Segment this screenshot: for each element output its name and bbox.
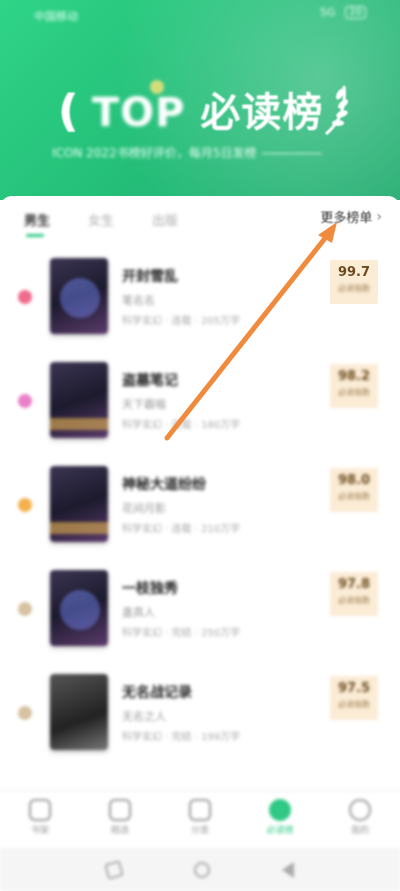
book-meta: 科学玄幻 · 完结 · 250万字 [122, 628, 241, 639]
network-label: 5G [319, 6, 336, 19]
score-value: 98.0 [337, 473, 371, 488]
score-badge: 97.8 必读指数 [330, 572, 378, 616]
book-meta: 科学玄幻 · 连载 · 180万字 [122, 420, 241, 431]
score-label: 必读指数 [338, 388, 370, 397]
rank-badge-icon [18, 602, 32, 616]
category-tabs: 男生 女生 出版 [24, 210, 178, 237]
more-rankings-label: 更多榜单 [320, 211, 373, 226]
score-value: 99.7 [337, 265, 371, 280]
system-nav-bar [0, 848, 400, 891]
rank-badge-icon [18, 706, 32, 720]
bottom-nav: 书架 精选 分类 必读榜 我的 [0, 790, 400, 849]
list-item[interactable]: 盗墓笔记 天下霸唱 科学玄幻 · 连载 · 180万字 98.2 必读指数 [0, 362, 400, 452]
tab-publish[interactable]: 出版 [152, 210, 178, 229]
category-icon [189, 799, 211, 821]
header-banner: 中国移动 5G 20 ❪ TOP 必读榜 ICON 2022书榜好评价，每月5日发… [0, 0, 400, 200]
nav-label: 分类 [190, 826, 209, 836]
subtitle-text: ICON 2022书榜好评价，每月5日发榜 [52, 146, 257, 160]
laurel-icon [325, 85, 348, 136]
tab-male[interactable]: 男生 [24, 210, 50, 237]
profile-icon [349, 799, 371, 821]
carrier-label: 中国移动 [34, 10, 78, 23]
chevron-right-icon: › [376, 208, 382, 225]
battery-indicator: 20 [345, 6, 366, 19]
bookshelf-icon [29, 799, 51, 821]
book-cover[interactable] [50, 674, 108, 750]
book-meta: 科学玄幻 · 完结 · 199万字 [122, 732, 241, 743]
book-title: 一枝独秀 [122, 581, 178, 597]
book-title: 神秘大道纷纷 [122, 477, 206, 493]
rank-badge-icon [18, 394, 32, 408]
book-cover[interactable] [50, 466, 108, 542]
score-label: 必读指数 [338, 596, 370, 605]
book-title: 盗墓笔记 [122, 373, 178, 389]
title-bracket-icon: ❪ [50, 86, 88, 137]
ranking-icon [269, 799, 291, 821]
score-value: 97.5 [337, 681, 371, 696]
tab-female[interactable]: 女生 [88, 210, 114, 229]
score-value: 98.2 [337, 369, 371, 384]
nav-label: 我的 [350, 826, 369, 836]
back-icon[interactable] [282, 861, 294, 878]
nav-label: 必读榜 [266, 826, 294, 836]
list-item[interactable]: 无名战记录 无名之人 科学玄幻 · 完结 · 199万字 97.5 必读指数 [0, 674, 400, 764]
book-cover[interactable] [50, 258, 108, 334]
ranking-panel: 男生 女生 出版 更多榜单 › 开封雪乱 笔名名 科学玄幻 · 连载 · 205… [0, 196, 400, 836]
nav-label: 书架 [30, 826, 49, 836]
list-item[interactable]: 神秘大道纷纷 花间月影 科学玄幻 · 连载 · 210万字 98.0 必读指数 [0, 466, 400, 556]
score-badge: 98.2 必读指数 [330, 364, 378, 408]
book-cover[interactable] [50, 362, 108, 438]
book-cover[interactable] [50, 570, 108, 646]
nav-ranking[interactable]: 必读榜 [240, 791, 320, 849]
score-badge: 99.7 必读指数 [330, 260, 378, 304]
more-rankings-link[interactable]: 更多榜单 › [320, 207, 382, 227]
score-label: 必读指数 [338, 492, 370, 501]
score-label: 必读指数 [338, 284, 370, 293]
ranking-title: ❪ TOP 必读榜 [50, 80, 323, 138]
subtitle-line [262, 153, 323, 154]
score-label: 必读指数 [338, 700, 370, 709]
book-author: 无名之人 [122, 710, 166, 723]
book-title: 无名战记录 [122, 685, 192, 701]
book-author: 笔名名 [122, 294, 155, 307]
book-author: 花间月影 [122, 502, 166, 515]
score-value: 97.8 [337, 577, 371, 592]
home-icon[interactable] [194, 861, 210, 878]
rank-badge-icon [18, 498, 32, 512]
title-main: 必读榜 [200, 90, 324, 136]
title-prefix: TOP [91, 90, 186, 136]
book-author: 蛊真人 [122, 606, 155, 619]
list-item[interactable]: 一枝独秀 蛊真人 科学玄幻 · 完结 · 250万字 97.8 必读指数 [0, 570, 400, 660]
recent-apps-icon[interactable] [104, 859, 124, 880]
book-meta: 科学玄幻 · 连载 · 210万字 [122, 524, 241, 535]
book-meta: 科学玄幻 · 连载 · 205万字 [122, 316, 241, 327]
nav-bookshelf[interactable]: 书架 [0, 791, 80, 849]
ranking-subtitle: ICON 2022书榜好评价，每月5日发榜 [52, 144, 323, 161]
status-indicators: 5G 20 [320, 6, 366, 19]
score-badge: 98.0 必读指数 [330, 468, 378, 512]
status-bar: 中国移动 5G 20 [0, 6, 400, 26]
nav-profile[interactable]: 我的 [320, 791, 400, 849]
featured-icon [109, 799, 131, 821]
book-author: 天下霸唱 [122, 398, 166, 411]
score-badge: 97.5 必读指数 [330, 676, 378, 720]
book-title: 开封雪乱 [122, 269, 178, 285]
nav-label: 精选 [110, 826, 129, 836]
nav-category[interactable]: 分类 [160, 791, 240, 849]
list-item[interactable]: 开封雪乱 笔名名 科学玄幻 · 连载 · 205万字 99.7 必读指数 [0, 258, 400, 348]
rank-badge-icon [18, 290, 32, 304]
nav-featured[interactable]: 精选 [80, 791, 160, 849]
